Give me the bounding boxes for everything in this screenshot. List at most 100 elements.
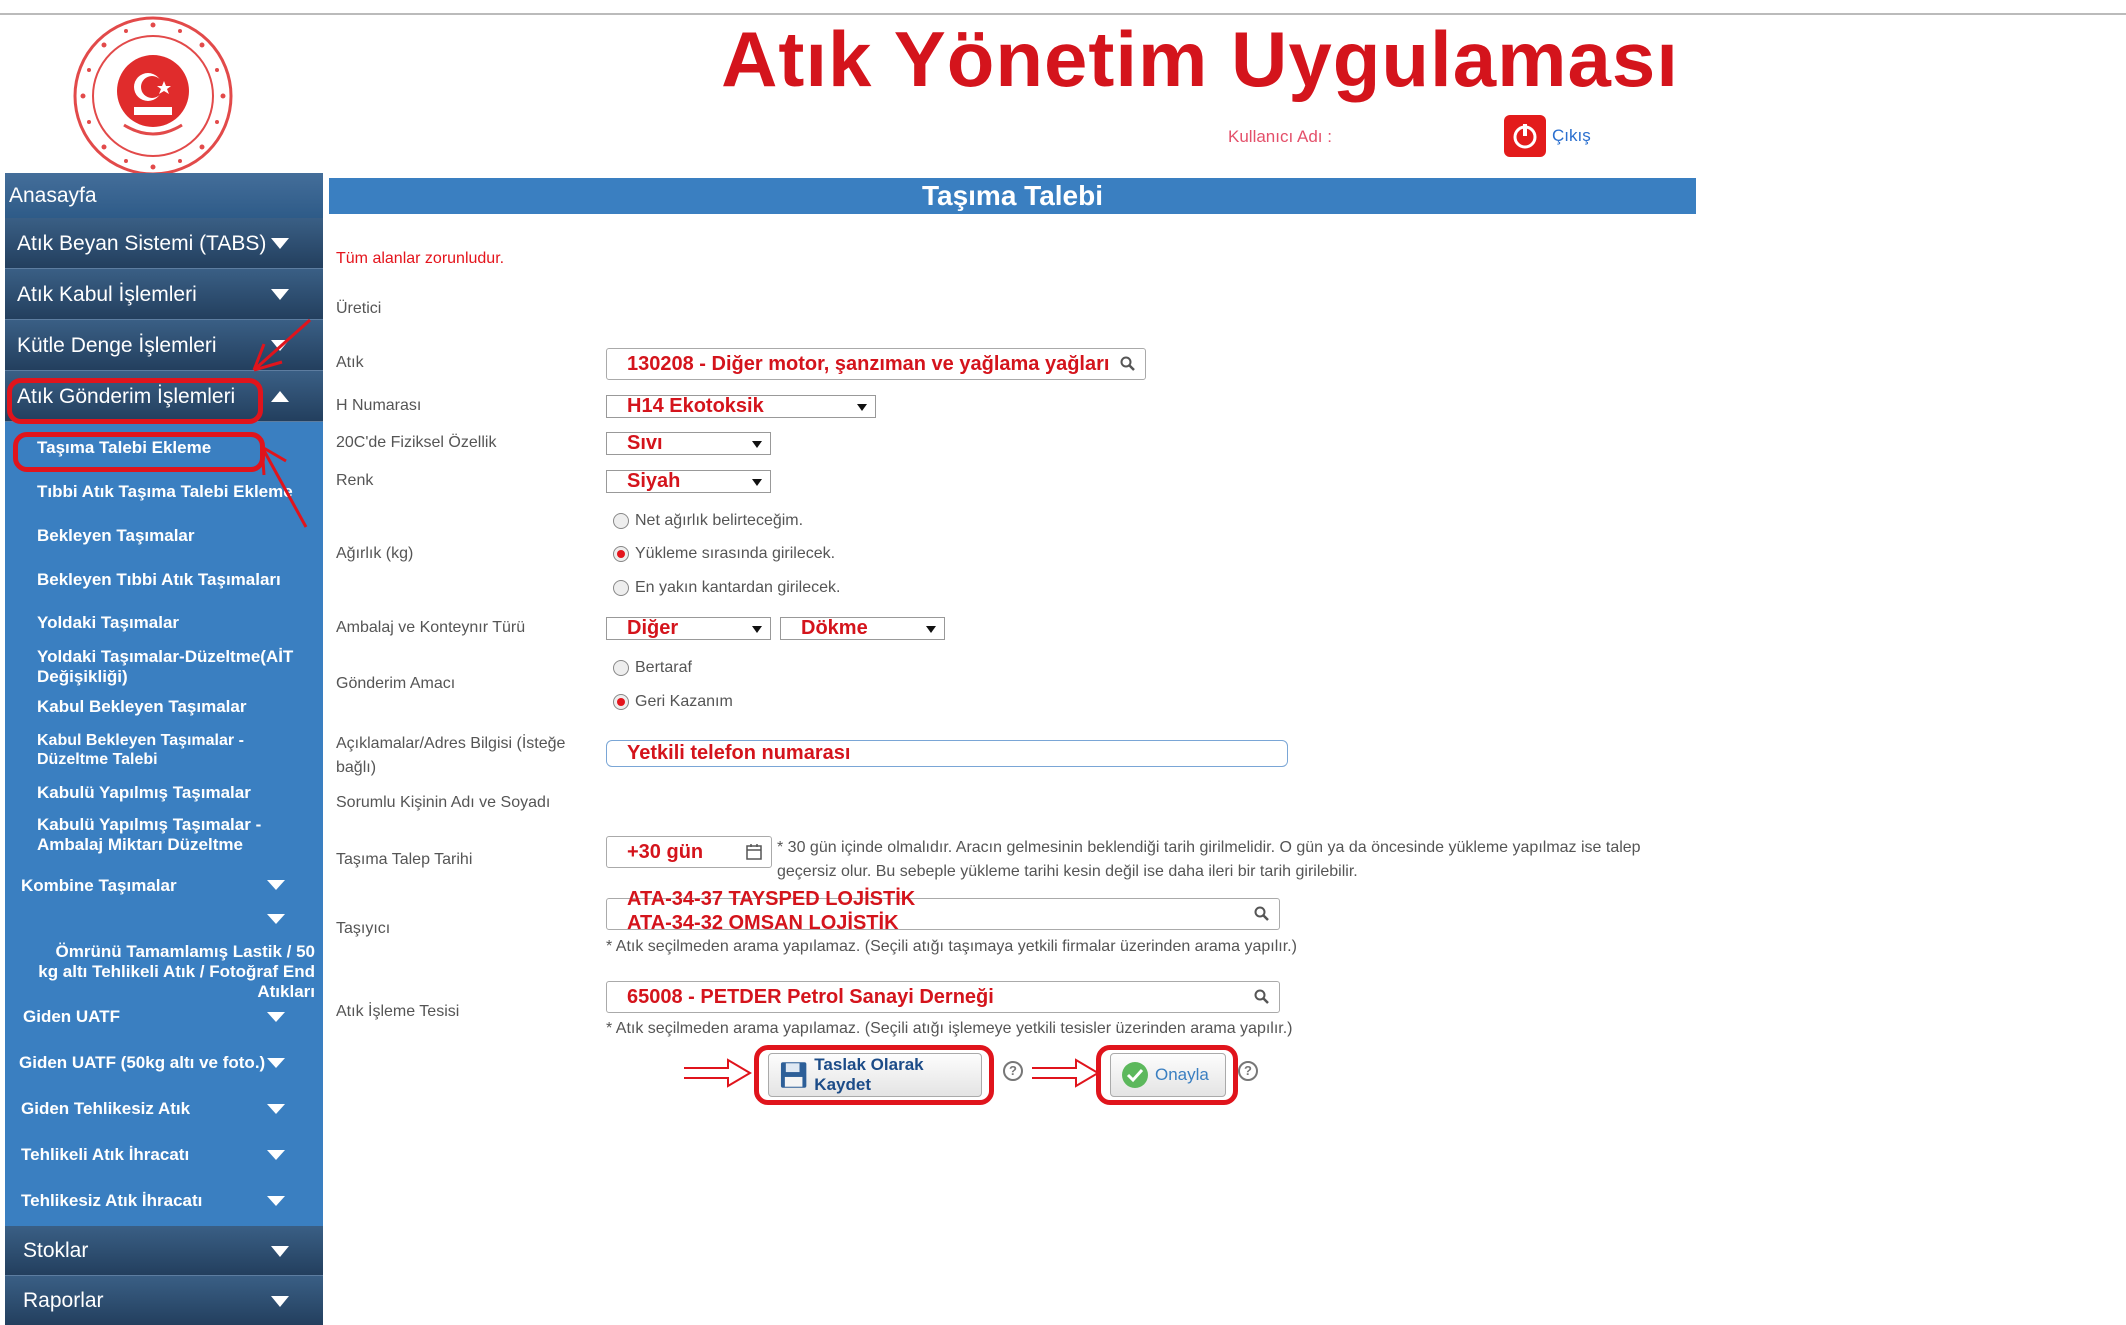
sidebar-group-combined[interactable]: Kombine Taşımalar <box>5 866 323 910</box>
page-title: Taşıma Talebi <box>329 178 1696 214</box>
notes-input[interactable]: Yetkili telefon numarası <box>606 740 1288 767</box>
radio-label: Yükleme sırasında girilecek. <box>635 545 836 562</box>
sidebar-item-accepted-packaging-edit[interactable]: Kabulü Yapılmış Taşımalar - Ambalaj Mikt… <box>5 812 323 866</box>
sidebar-section-stocks[interactable]: Stoklar <box>5 1226 323 1276</box>
chevron-down-icon <box>267 1196 285 1206</box>
chevron-up-icon <box>271 391 289 402</box>
radio-button[interactable] <box>613 513 629 529</box>
required-note: Tüm alanlar zorunludur. <box>336 250 505 267</box>
sidebar-item-awaiting-acceptance-edit[interactable]: Kabul Bekleyen Taşımalar - Düzeltme Tale… <box>5 728 323 778</box>
arrow-annotation <box>260 445 308 528</box>
sidebar-group-label: Giden UATF <box>23 1007 120 1026</box>
chevron-down-icon <box>267 1012 285 1022</box>
packaging-value-2: Dökme <box>801 617 868 639</box>
sidebar-group-label: Tehlikesiz Atık İhracatı <box>21 1191 203 1210</box>
help-icon[interactable]: ? <box>1003 1061 1023 1081</box>
sidebar-group-label: Giden UATF (50kg altı ve foto.) <box>19 1053 266 1072</box>
h-number-select[interactable]: H14 Ekotoksik <box>606 395 876 418</box>
facility-label: Atık İşleme Tesisi <box>336 1003 460 1020</box>
chevron-down-icon <box>752 441 762 448</box>
arrow-annotation <box>1032 1058 1100 1088</box>
sidebar-item-home[interactable]: Anasayfa <box>5 173 323 218</box>
sidebar-section-tabs[interactable]: Atık Beyan Sistemi (TABS) <box>5 218 323 269</box>
app-title: Atık Yönetim Uygulaması <box>721 15 1679 103</box>
chevron-down-icon <box>271 238 289 249</box>
color-select[interactable]: Siyah <box>606 470 771 493</box>
carrier-label: Taşıyıcı <box>336 920 391 937</box>
radio-button[interactable] <box>613 580 629 596</box>
radio-label: En yakın kantardan girilecek. <box>635 579 841 596</box>
sidebar-group-hazardous-export[interactable]: Tehlikeli Atık İhracatı <box>5 1132 323 1178</box>
logout-button[interactable]: Çıkış <box>1504 115 1591 157</box>
sidebar-item-pending-medical[interactable]: Bekleyen Tıbbi Atık Taşımaları <box>5 558 323 602</box>
sidebar-group-outgoing-uatf-50kg[interactable]: Giden UATF (50kg altı ve foto.) <box>5 1040 323 1086</box>
sidebar-item-awaiting-acceptance[interactable]: Kabul Bekleyen Taşımalar <box>5 690 323 728</box>
facility-input[interactable]: 65008 - PETDER Petrol Sanayi Derneği <box>606 981 1280 1013</box>
power-icon <box>1504 115 1546 157</box>
radio-button[interactable] <box>613 694 629 710</box>
username-label: Kullanıcı Adı : <box>1228 127 1332 146</box>
purpose-option-disposal[interactable]: Bertaraf <box>613 659 692 677</box>
sidebar-group-label: Ömrünü Tamamlamış Lastik / 50 kg altı Te… <box>38 942 315 1001</box>
date-value: +30 gün <box>627 841 704 863</box>
waste-input[interactable]: 130208 - Diğer motor, şanzıman ve yağlam… <box>606 348 1146 380</box>
sidebar-item-in-transit-edit[interactable]: Yoldaki Taşımalar-Düzeltme(AİT Değişikli… <box>5 644 323 690</box>
facility-value: 65008 - PETDER Petrol Sanayi Derneği <box>627 986 994 1008</box>
sidebar-section-label: Atık Beyan Sistemi (TABS) <box>17 232 267 255</box>
radio-button[interactable] <box>613 546 629 562</box>
weight-option-loading[interactable]: Yükleme sırasında girilecek. <box>613 545 835 563</box>
chevron-down-icon <box>267 1150 285 1160</box>
packaging-select-2[interactable]: Dökme <box>780 617 945 640</box>
highlight-transport-request-add <box>13 432 265 472</box>
waste-label: Atık <box>336 354 364 371</box>
sidebar-group-outgoing-nonhazardous[interactable]: Giden Tehlikesiz Atık <box>5 1086 323 1132</box>
radio-button[interactable] <box>613 660 629 676</box>
chevron-down-icon <box>752 626 762 633</box>
save-draft-button[interactable]: Taslak Olarak Kaydet <box>768 1053 982 1097</box>
chevron-down-icon <box>267 880 285 890</box>
waste-value: 130208 - Diğer motor, şanzıman ve yağlam… <box>627 353 1110 375</box>
physical-property-label: 20C'de Fiziksel Özellik <box>336 434 497 451</box>
date-input[interactable]: +30 gün <box>606 836 772 868</box>
carrier-note: * Atık seçilmeden arama yapılamaz. (Seçi… <box>606 938 1297 955</box>
arrow-annotation <box>252 318 311 372</box>
calendar-icon[interactable] <box>745 843 763 861</box>
packaging-select-1[interactable]: Diğer <box>606 617 771 640</box>
chevron-down-icon <box>267 1058 285 1068</box>
search-icon[interactable] <box>1253 988 1271 1006</box>
sidebar-item-in-transit[interactable]: Yoldaki Taşımalar <box>5 602 323 644</box>
chevron-down-icon <box>267 1104 285 1114</box>
sidebar-item-accepted[interactable]: Kabulü Yapılmış Taşımalar <box>5 778 323 812</box>
weight-label: Ağırlık (kg) <box>336 545 414 562</box>
weight-option-net[interactable]: Net ağırlık belirteceğim. <box>613 512 803 530</box>
responsible-label: Sorumlu Kişinin Adı ve Soyadı <box>336 794 551 811</box>
chevron-down-icon <box>752 479 762 486</box>
highlight-waste-shipping <box>7 378 263 424</box>
purpose-label: Gönderim Amacı <box>336 675 456 692</box>
approve-button[interactable]: Onayla <box>1110 1053 1226 1097</box>
chevron-down-icon <box>271 1296 289 1307</box>
search-icon[interactable] <box>1119 355 1137 373</box>
sidebar-section-label: Kütle Denge İşlemleri <box>17 334 217 357</box>
facility-note: * Atık seçilmeden arama yapılamaz. (Seçi… <box>606 1020 1293 1037</box>
packaging-value-1: Diğer <box>627 617 679 639</box>
radio-label: Geri Kazanım <box>635 693 733 710</box>
sidebar-section-reports[interactable]: Raporlar <box>5 1276 323 1325</box>
floppy-disk-icon <box>780 1062 807 1088</box>
carrier-value-1: ATA-34-37 TAYSPED LOJİSTİK <box>627 888 916 910</box>
chevron-down-icon <box>271 289 289 300</box>
sidebar-group-nonhazardous-export[interactable]: Tehlikesiz Atık İhracatı <box>5 1178 323 1224</box>
sidebar-group-outgoing-uatf[interactable]: Giden UATF <box>5 994 323 1040</box>
arrow-annotation <box>684 1058 752 1088</box>
chevron-down-icon <box>271 1246 289 1257</box>
weight-option-scale[interactable]: En yakın kantardan girilecek. <box>613 579 840 597</box>
search-icon[interactable] <box>1253 905 1271 923</box>
radio-label: Bertaraf <box>635 659 692 676</box>
purpose-option-recovery[interactable]: Geri Kazanım <box>613 693 733 711</box>
carrier-values: ATA-34-37 TAYSPED LOJİSTİK ATA-34-32 OMS… <box>627 887 915 935</box>
color-value: Siyah <box>627 470 681 492</box>
producer-label: Üretici <box>336 300 382 317</box>
help-icon[interactable]: ? <box>1238 1061 1258 1081</box>
physical-property-select[interactable]: Sıvı <box>606 432 771 455</box>
sidebar-group-end-of-life-tires[interactable]: Ömrünü Tamamlamış Lastik / 50 kg altı Te… <box>5 910 323 1001</box>
